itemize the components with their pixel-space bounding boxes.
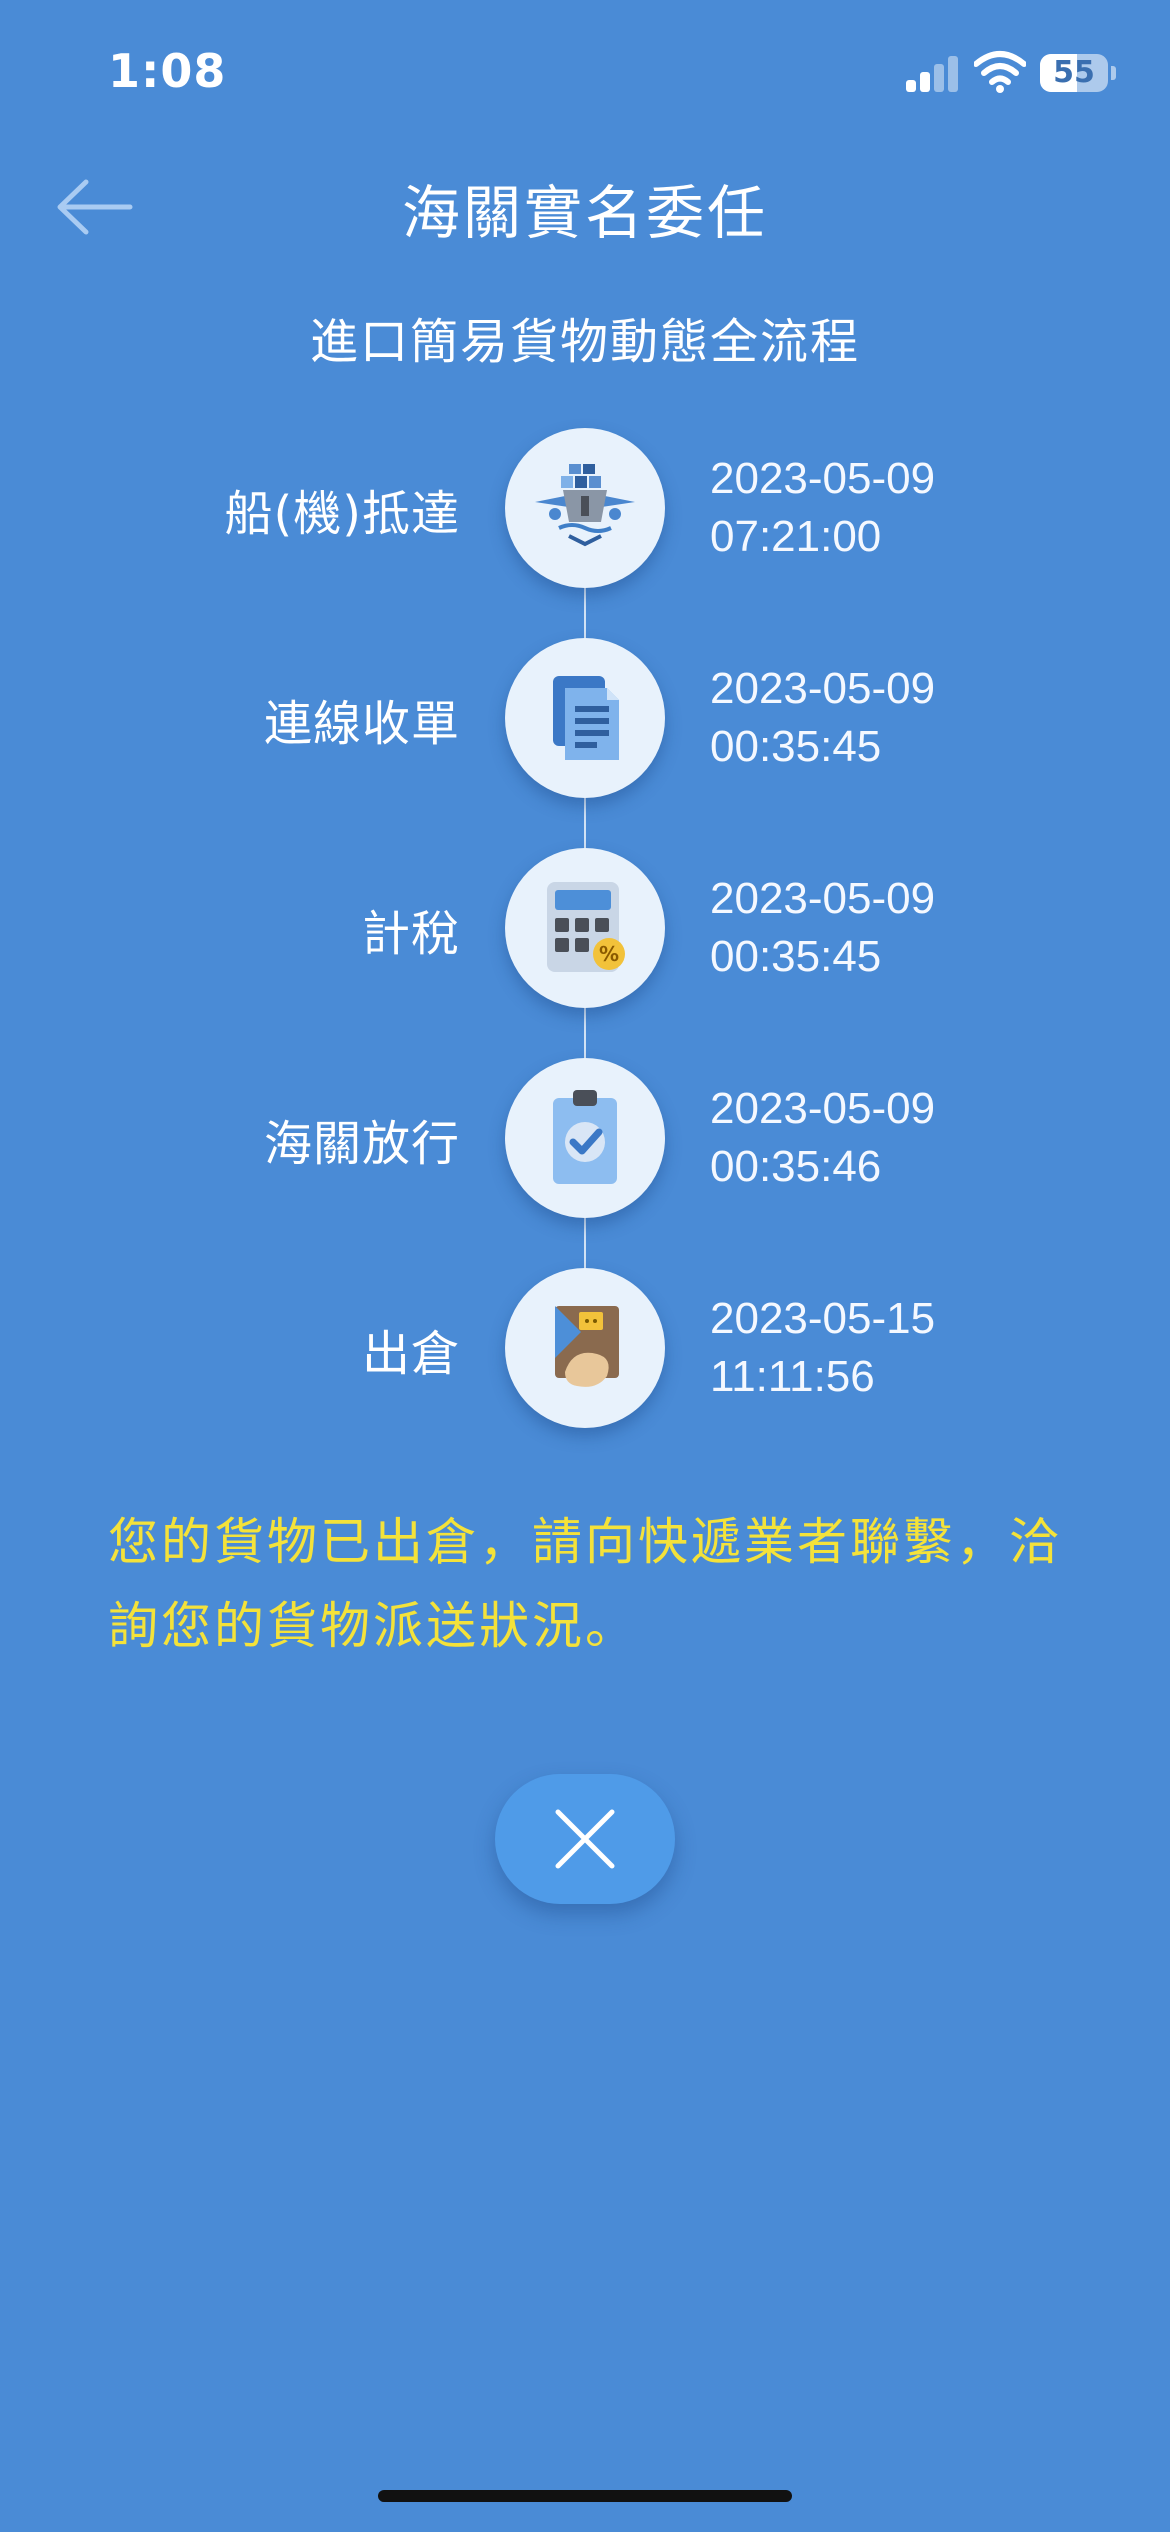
timeline-step-warehouse-exit: 出倉 2023-05-15 11:11:56 [0,1268,1170,1428]
step-datetime: 2023-05-09 07:21:00 [710,450,935,566]
svg-text:%: % [599,942,619,966]
step-time: 00:35:45 [710,932,882,981]
step-label: 計稅 [361,906,460,962]
step-datetime: 2023-05-09 00:35:45 [710,660,935,776]
step-date: 2023-05-15 [710,1294,936,1343]
step-label: 海關放行 [263,1116,460,1172]
step-label: 連線收單 [263,696,460,752]
timeline-step-tax-calculation: 計稅 % 2023-05-09 00:35:45 [0,848,1170,1008]
step-time: 07:21:00 [710,512,882,561]
step-label: 船(機)抵達 [224,486,460,542]
step-date: 2023-05-09 [710,454,936,503]
step-date: 2023-05-09 [710,664,936,713]
status-time: 1:08 [108,44,227,98]
clipboard-check-icon [553,1090,617,1184]
step-icon-circle [505,1058,665,1218]
package-pickup-icon [555,1306,619,1387]
cellular-signal-icon [906,54,958,92]
step-datetime: 2023-05-15 11:11:56 [710,1290,935,1406]
status-notice: 您的貨物已出倉，請向快遞業者聯繫，洽詢您的貨物派送狀況。 [108,1513,1062,1655]
step-datetime: 2023-05-09 00:35:45 [710,870,935,986]
step-time: 00:35:45 [710,722,882,771]
step-icon-circle: % [505,848,665,1008]
step-icon-circle [505,638,665,798]
step-datetime: 2023-05-09 00:35:46 [710,1080,935,1196]
calculator-icon: % [547,882,625,972]
timeline-step-customs-release: 海關放行 2023-05-09 00:35:46 [0,1058,1170,1218]
timeline-step-document-receipt: 連線收單 2023-05-09 00:35:45 [0,638,1170,798]
home-indicator[interactable] [378,2490,792,2502]
step-icon-circle [505,1268,665,1428]
step-date: 2023-05-09 [710,1084,936,1133]
page-title: 海關實名委任 [401,179,768,247]
close-button[interactable] [495,1774,675,1904]
close-icon [555,1809,615,1869]
status-bar: 1:08 55 [0,0,1170,150]
battery-icon: 55 [1040,54,1116,92]
page-subtitle: 進口簡易貨物動態全流程 [309,314,860,370]
battery-percentage: 55 [1053,55,1095,90]
step-time: 11:11:56 [710,1352,875,1401]
documents-icon [553,676,619,760]
ship-plane-icon [535,464,635,547]
wifi-icon [973,50,1027,94]
timeline-step-arrival: 船(機)抵達 2023-05-09 07:21:00 [0,428,1170,588]
step-date: 2023-05-09 [710,874,936,923]
step-time: 00:35:46 [710,1142,882,1191]
step-label: 出倉 [361,1326,460,1382]
step-icon-circle [505,428,665,588]
